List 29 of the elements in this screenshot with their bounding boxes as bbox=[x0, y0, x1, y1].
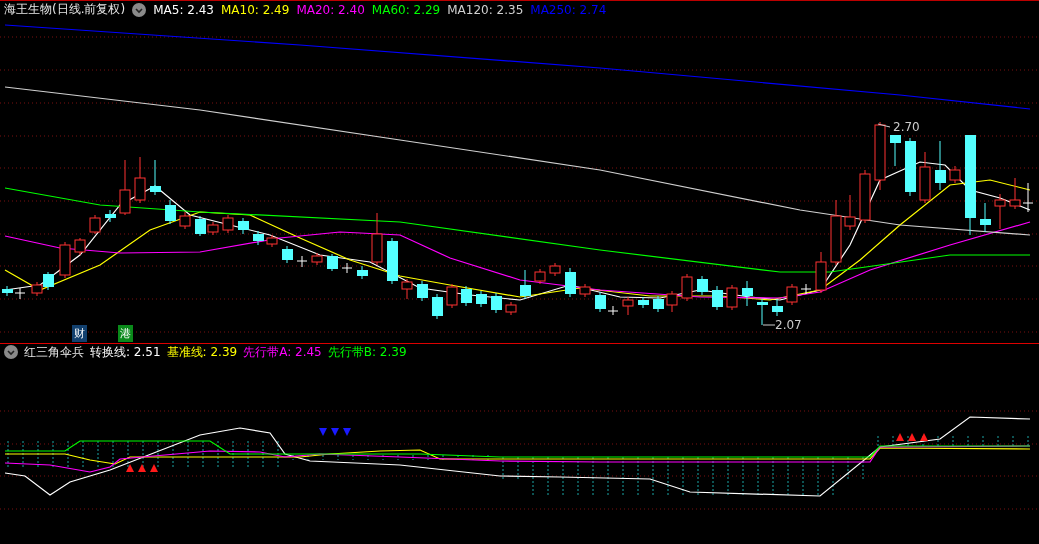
up-triangle-marker bbox=[126, 464, 134, 472]
up-triangle-marker bbox=[138, 464, 146, 472]
low-price-label: 2.07 bbox=[775, 318, 802, 332]
stock-title: 海王生物(日线.前复权) bbox=[4, 1, 126, 18]
up-triangle-marker bbox=[896, 433, 904, 441]
down-triangle-marker bbox=[319, 428, 327, 436]
high-price-label: 2.70 bbox=[893, 120, 920, 134]
event-marker[interactable]: 财 bbox=[72, 325, 87, 342]
legend-value: 先行带B: 2.39 bbox=[327, 343, 407, 361]
indicator-title: 红三角伞兵 bbox=[24, 343, 84, 361]
legend-value: MA5: 2.43 bbox=[153, 2, 214, 17]
legend-value: MA120: 2.35 bbox=[447, 2, 524, 17]
legend-value: 转换线: 2.51 bbox=[90, 343, 161, 361]
legend-value: MA250: 2.74 bbox=[530, 2, 607, 17]
up-triangle-marker bbox=[150, 464, 158, 472]
leader-line bbox=[877, 123, 891, 128]
dropdown-icon[interactable] bbox=[4, 345, 18, 359]
down-triangle-marker bbox=[343, 428, 351, 436]
up-triangle-marker bbox=[920, 433, 928, 441]
legend-value: MA10: 2.49 bbox=[220, 2, 290, 17]
down-triangle-marker bbox=[331, 428, 339, 436]
legend-value: 基准线: 2.39 bbox=[166, 343, 238, 361]
up-triangle-marker bbox=[908, 433, 916, 441]
dropdown-icon[interactable] bbox=[132, 2, 147, 17]
legend-value: MA60: 2.29 bbox=[371, 2, 441, 17]
legend-value: MA20: 2.40 bbox=[296, 2, 365, 17]
legend-value: 先行带A: 2.45 bbox=[243, 343, 322, 361]
leader-line bbox=[762, 324, 776, 326]
event-marker[interactable]: 港 bbox=[118, 325, 133, 342]
